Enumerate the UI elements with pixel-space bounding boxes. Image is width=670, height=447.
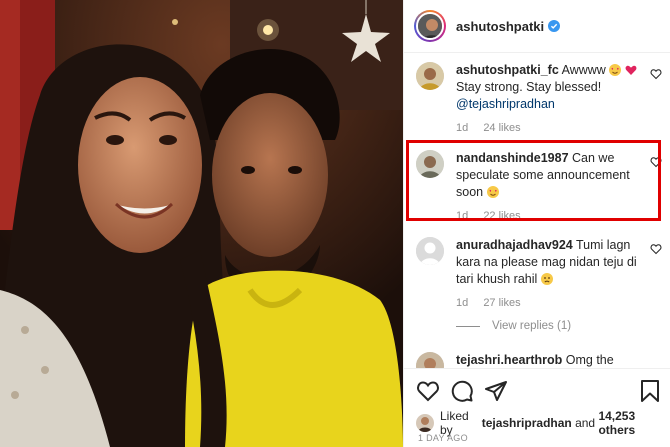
comment-meta: 1d 27 likes	[456, 297, 666, 309]
comment-username[interactable]: tejashri.hearthrob	[456, 353, 562, 367]
comment-likes[interactable]: 24 likes	[483, 122, 520, 134]
comment-item-highlighted: nandanshinde1987 Can we speculate some a…	[416, 150, 666, 222]
comment-username[interactable]: ashutoshpatki_fc	[456, 63, 559, 77]
heart-icon[interactable]	[416, 379, 440, 403]
commenter-avatar[interactable]	[416, 62, 444, 90]
red-heart-emoji	[625, 65, 637, 75]
post-side-panel: ashutoshpatki ashutoshpatki_fc Awwww Sta…	[403, 0, 670, 447]
comment-time[interactable]: 1d	[456, 122, 468, 134]
comment-likes[interactable]: 27 likes	[483, 297, 520, 309]
heart-eyes-emoji	[486, 186, 499, 198]
replies-divider-line	[456, 325, 480, 327]
commenter-avatar-default[interactable]	[416, 237, 444, 265]
comment-item: ashutoshpatki_fc Awwww Stay strong. Stay…	[416, 62, 666, 134]
comment-icon[interactable]	[450, 379, 474, 403]
share-icon[interactable]	[484, 379, 508, 403]
comment-meta: 1d 24 likes	[456, 122, 666, 134]
disappointed-emoji	[540, 273, 553, 285]
comments-list[interactable]: ashutoshpatki_fc Awwww Stay strong. Stay…	[404, 54, 670, 368]
author-username[interactable]: ashutoshpatki	[456, 19, 544, 34]
comment-body: tejashri.hearthrob Omg the	[456, 352, 646, 368]
comment-like-heart-icon[interactable]	[650, 68, 662, 80]
commenter-avatar[interactable]	[416, 352, 444, 368]
commenter-avatar[interactable]	[416, 150, 444, 178]
comment-text: Awwww	[561, 63, 606, 77]
action-icons-row	[416, 379, 662, 403]
bookmark-icon[interactable]	[638, 379, 662, 403]
heart-eyes-emoji	[609, 64, 622, 76]
author-avatar-ring[interactable]	[414, 10, 446, 42]
comment-text: Stay strong. Stay blessed!	[456, 80, 602, 94]
likes-count[interactable]: 14,253 others	[598, 409, 670, 437]
couple-selfie-image	[0, 0, 403, 447]
comment-like-heart-icon[interactable]	[650, 156, 662, 168]
comment-body: ashutoshpatki_fc Awwww Stay strong. Stay…	[456, 62, 646, 113]
comment-meta: 1d 22 likes	[456, 210, 666, 222]
comment-text: Omg the	[565, 353, 614, 367]
comment-username[interactable]: nandanshinde1987	[456, 151, 569, 165]
author-avatar[interactable]	[416, 12, 444, 40]
comment-username[interactable]: anuradhajadhav924	[456, 238, 573, 252]
comment-time[interactable]: 1d	[456, 210, 468, 222]
verified-badge-icon	[548, 20, 561, 32]
view-replies-button[interactable]: View replies (1)	[456, 320, 571, 332]
post-photo[interactable]	[0, 0, 403, 447]
comment-item: anuradhajadhav924 Tumi lagn kara na plea…	[416, 237, 666, 309]
post-actions-section: Liked by tejashripradhan and 14,253 othe…	[404, 368, 670, 447]
comment-likes[interactable]: 22 likes	[483, 210, 520, 222]
comment-mention[interactable]: @tejashripradhan	[456, 97, 555, 111]
comment-body: nandanshinde1987 Can we speculate some a…	[456, 150, 646, 201]
liked-by-user[interactable]: tejashripradhan	[482, 416, 572, 430]
liker-avatar[interactable]	[416, 414, 434, 432]
view-replies-label[interactable]: View replies (1)	[492, 320, 571, 332]
post-date[interactable]: 1 DAY AGO	[418, 433, 468, 443]
comment-item: tejashri.hearthrob Omg the	[416, 352, 666, 368]
comment-time[interactable]: 1d	[456, 297, 468, 309]
comment-body: anuradhajadhav924 Tumi lagn kara na plea…	[456, 237, 646, 288]
post-header: ashutoshpatki	[404, 0, 670, 53]
comment-like-heart-icon[interactable]	[650, 243, 662, 255]
liked-by-conjunction: and	[571, 416, 599, 430]
